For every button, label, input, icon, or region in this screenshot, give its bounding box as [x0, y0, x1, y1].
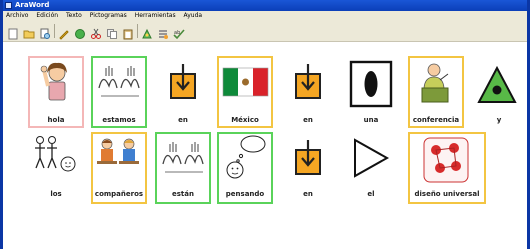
- spell-check-icon[interactable]: ab: [173, 25, 185, 40]
- pictogram-label: y: [496, 116, 502, 124]
- araword-window: AraWord Archivo Edición Texto Pictograma…: [0, 0, 530, 249]
- print-preview-icon[interactable]: [39, 25, 51, 39]
- cut-icon[interactable]: [90, 25, 102, 39]
- pictogram-label: diseño universal: [414, 190, 480, 198]
- people-group-icon: [35, 136, 76, 172]
- svg-text:ab: ab: [174, 30, 180, 36]
- open-folder-icon[interactable]: [23, 25, 35, 39]
- copy-icon[interactable]: [106, 25, 118, 39]
- classmates-at-desks-icon: [97, 138, 139, 164]
- pictogram-label: los: [50, 190, 62, 198]
- globe-icon[interactable]: [74, 25, 86, 39]
- pictogram-label: están: [172, 190, 194, 198]
- pictogram-label: hola: [47, 116, 65, 124]
- pictogram-label: una: [363, 116, 379, 124]
- pictogram-label: pensando: [225, 190, 265, 198]
- toolbar: ab: [3, 21, 527, 42]
- toolbar-separator: [137, 24, 138, 38]
- conference-speaker-icon: [421, 63, 449, 103]
- menu-edicion[interactable]: Edición: [36, 12, 58, 19]
- arrow-into-box-icon: [295, 140, 321, 175]
- pictogram-label: en: [178, 116, 188, 124]
- right-triangle-outline-icon: [354, 138, 390, 178]
- menu-texto[interactable]: Texto: [66, 12, 82, 19]
- toolbar-separator: [54, 24, 55, 38]
- universal-design-icon: [423, 137, 469, 183]
- app-icon: [5, 2, 12, 9]
- pictogram-label: estamos: [102, 116, 136, 124]
- greeting-girl-icon: [40, 62, 67, 101]
- list-settings-icon[interactable]: [157, 25, 169, 39]
- mexico-flag-icon: [222, 67, 269, 97]
- new-document-icon[interactable]: [7, 25, 19, 40]
- menu-archivo[interactable]: Archivo: [6, 12, 28, 19]
- arrow-into-box-icon: [295, 64, 321, 99]
- pictogram-label: conferencia: [412, 116, 460, 124]
- pictogram-label: el: [367, 190, 375, 198]
- pencil-icon[interactable]: [58, 25, 70, 40]
- arrow-into-box-icon: [170, 64, 196, 99]
- sign-language-hands-icon: [98, 66, 140, 97]
- pictogram-label: compañeros: [94, 190, 144, 198]
- paste-icon[interactable]: [122, 25, 134, 40]
- menu-ayuda[interactable]: Ayuda: [184, 12, 203, 19]
- pictogram-settings-icon[interactable]: [141, 25, 153, 39]
- menu-pictogramas[interactable]: Pictogramas: [90, 12, 127, 19]
- triangle-with-dot-icon: [477, 65, 517, 103]
- window-title: AraWord: [15, 1, 50, 9]
- title-bar[interactable]: AraWord: [3, 0, 527, 11]
- pictogram-label: México: [231, 116, 259, 124]
- pictogram-label: en: [303, 116, 313, 124]
- thinking-face-icon: [226, 135, 266, 179]
- menu-bar: Archivo Edición Texto Pictogramas Herram…: [3, 11, 527, 21]
- menu-herramientas[interactable]: Herramientas: [135, 12, 176, 19]
- sign-language-hands-icon: [162, 142, 204, 173]
- oval-in-square-icon: [349, 60, 393, 108]
- pictogram-label: en: [303, 190, 313, 198]
